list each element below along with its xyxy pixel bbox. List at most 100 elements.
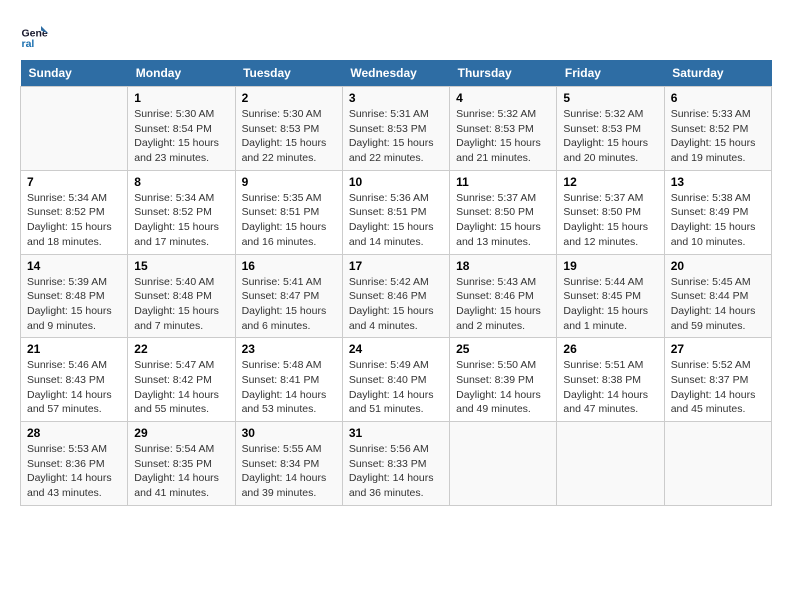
calendar-cell: 19Sunrise: 5:44 AM Sunset: 8:45 PM Dayli… — [557, 254, 664, 338]
day-info: Sunrise: 5:32 AM Sunset: 8:53 PM Dayligh… — [456, 107, 550, 166]
calendar-cell: 15Sunrise: 5:40 AM Sunset: 8:48 PM Dayli… — [128, 254, 235, 338]
day-number: 5 — [563, 91, 657, 105]
calendar-table: SundayMondayTuesdayWednesdayThursdayFrid… — [20, 60, 772, 506]
day-number: 6 — [671, 91, 765, 105]
day-number: 24 — [349, 342, 443, 356]
day-number: 27 — [671, 342, 765, 356]
calendar-cell: 13 Sunrise: 5:38 AM Sunset: 8:49 PM Dayli… — [664, 170, 771, 254]
calendar-cell: 10 Sunrise: 5:36 AM Sunset: 8:51 PM Dayli… — [342, 170, 449, 254]
day-info: Sunrise: 5:55 AM Sunset: 8:34 PM Dayligh… — [242, 442, 336, 501]
calendar-cell: 7 Sunrise: 5:34 AM Sunset: 8:52 PM Daylig… — [21, 170, 128, 254]
day-info: Sunrise: 5:54 AM Sunset: 8:35 PM Dayligh… — [134, 442, 228, 501]
calendar-header-row: SundayMondayTuesdayWednesdayThursdayFrid… — [21, 60, 772, 87]
calendar-cell: 23 Sunrise: 5:48 AM Sunset: 8:41 PM Dayli… — [235, 338, 342, 422]
day-info: Sunrise: 5:56 AM Sunset: 8:33 PM Dayligh… — [349, 442, 443, 501]
day-info: Sunrise: 5:37 AM Sunset: 8:50 PM Dayligh… — [563, 191, 657, 250]
day-number: 17 — [349, 259, 443, 273]
logo-icon: Gene ral — [20, 20, 50, 50]
day-number: 29 — [134, 426, 228, 440]
day-info: Sunrise: 5:30 AM Sunset: 8:54 PM Dayligh… — [134, 107, 228, 166]
calendar-cell: 21 Sunrise: 5:46 AM Sunset: 8:43 PM Dayli… — [21, 338, 128, 422]
logo: Gene ral — [20, 20, 54, 50]
day-number: 28 — [27, 426, 121, 440]
day-number: 31 — [349, 426, 443, 440]
day-info: Sunrise: 5:32 AM Sunset: 8:53 PM Dayligh… — [563, 107, 657, 166]
day-info: Sunrise: 5:42 AM Sunset: 8:46 PM Dayligh… — [349, 275, 443, 334]
day-number: 16 — [242, 259, 336, 273]
day-info: Sunrise: 5:43 AM Sunset: 8:46 PM Dayligh… — [456, 275, 550, 334]
day-info: Sunrise: 5:48 AM Sunset: 8:41 PM Dayligh… — [242, 358, 336, 417]
calendar-cell: 2Sunrise: 5:30 AM Sunset: 8:53 PM Daylig… — [235, 87, 342, 171]
calendar-cell: 12 Sunrise: 5:37 AM Sunset: 8:50 PM Dayli… — [557, 170, 664, 254]
day-info: Sunrise: 5:33 AM Sunset: 8:52 PM Dayligh… — [671, 107, 765, 166]
day-info: Sunrise: 5:34 AM Sunset: 8:52 PM Dayligh… — [134, 191, 228, 250]
calendar-week-row: 28 Sunrise: 5:53 AM Sunset: 8:36 PM Dayli… — [21, 422, 772, 506]
calendar-cell: 6 Sunrise: 5:33 AM Sunset: 8:52 PM Daylig… — [664, 87, 771, 171]
calendar-cell: 27 Sunrise: 5:52 AM Sunset: 8:37 PM Dayli… — [664, 338, 771, 422]
calendar-week-row: 7 Sunrise: 5:34 AM Sunset: 8:52 PM Daylig… — [21, 170, 772, 254]
day-info: Sunrise: 5:46 AM Sunset: 8:43 PM Dayligh… — [27, 358, 121, 417]
calendar-cell — [664, 422, 771, 506]
day-number: 22 — [134, 342, 228, 356]
day-number: 20 — [671, 259, 765, 273]
day-info: Sunrise: 5:47 AM Sunset: 8:42 PM Dayligh… — [134, 358, 228, 417]
day-number: 10 — [349, 175, 443, 189]
day-number: 21 — [27, 342, 121, 356]
calendar-cell: 4 Sunrise: 5:32 AM Sunset: 8:53 PM Daylig… — [450, 87, 557, 171]
day-number: 4 — [456, 91, 550, 105]
calendar-cell: 25 Sunrise: 5:50 AM Sunset: 8:39 PM Dayli… — [450, 338, 557, 422]
calendar-cell: 26 Sunrise: 5:51 AM Sunset: 8:38 PM Dayli… — [557, 338, 664, 422]
calendar-week-row: 1 Sunrise: 5:30 AM Sunset: 8:54 PM Daylig… — [21, 87, 772, 171]
day-number: 3 — [349, 91, 443, 105]
calendar-cell: 29 Sunrise: 5:54 AM Sunset: 8:35 PM Dayli… — [128, 422, 235, 506]
day-number: 30 — [242, 426, 336, 440]
day-info: Sunrise: 5:39 AM Sunset: 8:48 PM Dayligh… — [27, 275, 121, 334]
day-number: 14 — [27, 259, 121, 273]
svg-text:ral: ral — [22, 38, 35, 50]
header-day-wednesday: Wednesday — [342, 60, 449, 87]
calendar-cell: 8 Sunrise: 5:34 AM Sunset: 8:52 PM Daylig… — [128, 170, 235, 254]
page-header: Gene ral — [20, 20, 772, 50]
header-day-tuesday: Tuesday — [235, 60, 342, 87]
day-number: 26 — [563, 342, 657, 356]
day-number: 1 — [134, 91, 228, 105]
day-info: Sunrise: 5:30 AM Sunset: 8:53 PM Dayligh… — [242, 107, 336, 166]
calendar-cell: 30 Sunrise: 5:55 AM Sunset: 8:34 PM Dayli… — [235, 422, 342, 506]
calendar-cell: 16 Sunrise: 5:41 AM Sunset: 8:47 PM Dayli… — [235, 254, 342, 338]
calendar-cell: 5 Sunrise: 5:32 AM Sunset: 8:53 PM Daylig… — [557, 87, 664, 171]
header-day-sunday: Sunday — [21, 60, 128, 87]
calendar-week-row: 21 Sunrise: 5:46 AM Sunset: 8:43 PM Dayli… — [21, 338, 772, 422]
day-info: Sunrise: 5:41 AM Sunset: 8:47 PM Dayligh… — [242, 275, 336, 334]
calendar-cell: 3 Sunrise: 5:31 AM Sunset: 8:53 PM Daylig… — [342, 87, 449, 171]
calendar-cell — [450, 422, 557, 506]
day-info: Sunrise: 5:36 AM Sunset: 8:51 PM Dayligh… — [349, 191, 443, 250]
calendar-cell: 17 Sunrise: 5:42 AM Sunset: 8:46 PM Dayli… — [342, 254, 449, 338]
calendar-week-row: 14 Sunrise: 5:39 AM Sunset: 8:48 PM Dayli… — [21, 254, 772, 338]
day-number: 7 — [27, 175, 121, 189]
day-info: Sunrise: 5:35 AM Sunset: 8:51 PM Dayligh… — [242, 191, 336, 250]
header-day-saturday: Saturday — [664, 60, 771, 87]
day-number: 13 — [671, 175, 765, 189]
day-info: Sunrise: 5:37 AM Sunset: 8:50 PM Dayligh… — [456, 191, 550, 250]
day-info: Sunrise: 5:38 AM Sunset: 8:49 PM Dayligh… — [671, 191, 765, 250]
day-info: Sunrise: 5:34 AM Sunset: 8:52 PM Dayligh… — [27, 191, 121, 250]
calendar-cell: 14 Sunrise: 5:39 AM Sunset: 8:48 PM Dayli… — [21, 254, 128, 338]
day-info: Sunrise: 5:51 AM Sunset: 8:38 PM Dayligh… — [563, 358, 657, 417]
day-info: Sunrise: 5:53 AM Sunset: 8:36 PM Dayligh… — [27, 442, 121, 501]
calendar-cell: 28 Sunrise: 5:53 AM Sunset: 8:36 PM Dayli… — [21, 422, 128, 506]
calendar-cell: 31 Sunrise: 5:56 AM Sunset: 8:33 PM Dayli… — [342, 422, 449, 506]
calendar-cell — [21, 87, 128, 171]
day-info: Sunrise: 5:31 AM Sunset: 8:53 PM Dayligh… — [349, 107, 443, 166]
day-number: 25 — [456, 342, 550, 356]
calendar-cell: 20 Sunrise: 5:45 AM Sunset: 8:44 PM Dayli… — [664, 254, 771, 338]
day-info: Sunrise: 5:49 AM Sunset: 8:40 PM Dayligh… — [349, 358, 443, 417]
day-info: Sunrise: 5:45 AM Sunset: 8:44 PM Dayligh… — [671, 275, 765, 334]
calendar-cell: 24 Sunrise: 5:49 AM Sunset: 8:40 PM Dayli… — [342, 338, 449, 422]
day-info: Sunrise: 5:50 AM Sunset: 8:39 PM Dayligh… — [456, 358, 550, 417]
day-number: 23 — [242, 342, 336, 356]
day-number: 11 — [456, 175, 550, 189]
day-number: 12 — [563, 175, 657, 189]
day-info: Sunrise: 5:52 AM Sunset: 8:37 PM Dayligh… — [671, 358, 765, 417]
day-number: 18 — [456, 259, 550, 273]
day-number: 8 — [134, 175, 228, 189]
